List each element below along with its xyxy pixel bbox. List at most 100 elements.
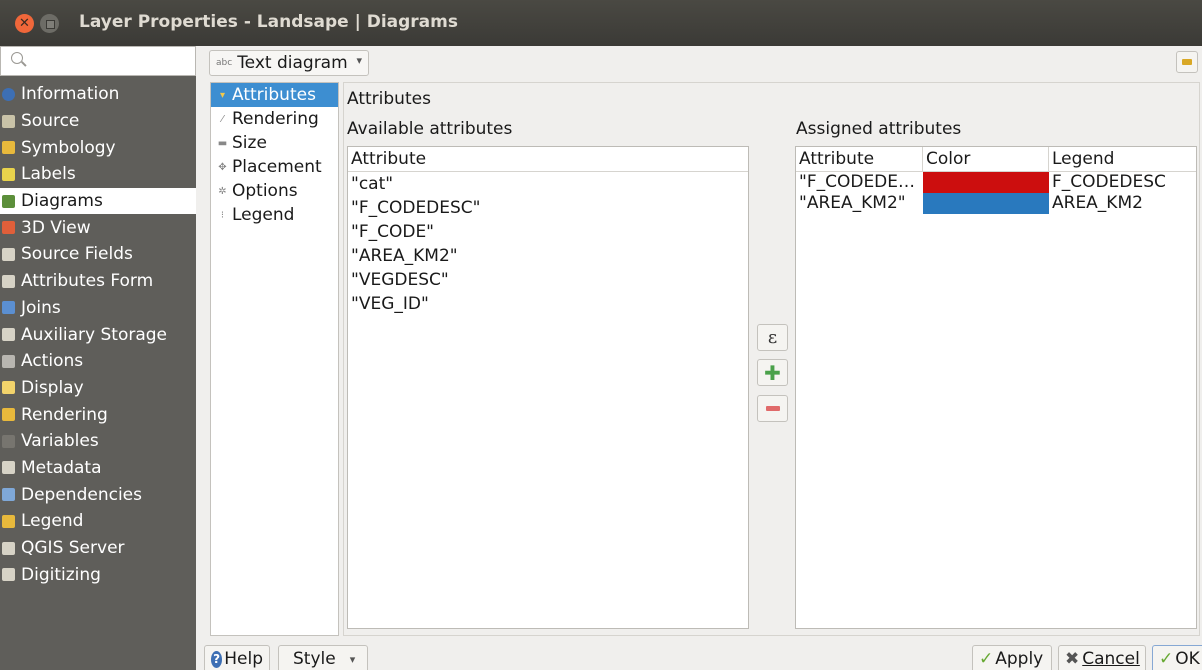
window-title: Layer Properties - Landsape | Diagrams — [79, 12, 458, 32]
info-icon — [2, 87, 15, 101]
style-button[interactable]: Style ▾ — [278, 645, 368, 670]
subnav-item-legend[interactable]: ⁝ Legend — [211, 203, 338, 227]
sidebar-item-source[interactable]: Source — [0, 108, 196, 135]
remove-attribute-button[interactable] — [757, 395, 788, 422]
cancel-button[interactable]: ✖ Cancel — [1058, 645, 1146, 670]
text-diagram-icon: abc — [216, 58, 233, 68]
attribute-cell[interactable]: "F_CODEDE… — [796, 172, 923, 193]
sidebar-item-digitizing[interactable]: Digitizing — [0, 561, 196, 588]
chevron-down-icon: ▾ — [356, 54, 362, 67]
sidebar-item-label: Rendering — [21, 404, 108, 425]
sidebar-item-auxiliary-storage[interactable]: Auxiliary Storage — [0, 321, 196, 348]
available-attributes-list[interactable]: Attribute "cat" "F_CODEDESC" "F_CODE" "AREA… — [347, 146, 749, 629]
subnav-item-options[interactable]: ✲ Options — [211, 179, 338, 203]
cancel-label: Cancel — [1082, 649, 1140, 669]
help-button[interactable]: ? Help — [204, 645, 270, 670]
list-item[interactable]: "F_CODEDESC" — [348, 196, 748, 220]
sidebar-item-label: Actions — [21, 351, 84, 372]
size-icon: ▬ — [217, 137, 228, 149]
subnav-item-rendering[interactable]: ⁄ Rendering — [211, 107, 338, 131]
available-attributes-title: Available attributes — [347, 119, 513, 139]
rendering-icon: ⁄ — [221, 113, 224, 125]
table-row[interactable]: "AREA_KM2" AREA_KM2 — [796, 193, 1196, 214]
diagram-type-select[interactable]: abc Text diagram ▾ — [209, 50, 369, 76]
sidebar-item-label: Joins — [21, 297, 61, 318]
sidebar-item-label: Legend — [21, 511, 84, 532]
sidebar-item-label: Source Fields — [21, 244, 133, 265]
sidebar-item-rendering[interactable]: Rendering — [0, 401, 196, 428]
source-fields-icon — [2, 247, 15, 261]
display-icon — [2, 381, 15, 395]
column-header-color[interactable]: Color — [923, 146, 1049, 172]
sidebar-item-source-fields[interactable]: Source Fields — [0, 241, 196, 268]
sidebar-item-metadata[interactable]: Metadata — [0, 455, 196, 482]
sidebar-item-label: Information — [21, 84, 120, 105]
attribute-cell[interactable]: "AREA_KM2" — [796, 193, 923, 214]
chevron-down-icon: ▾ — [349, 652, 356, 666]
list-item[interactable]: "cat" — [348, 172, 748, 196]
ok-button[interactable]: ✓ OK — [1152, 645, 1202, 670]
apply-label: Apply — [995, 649, 1044, 669]
assigned-attributes-table[interactable]: Attribute Color Legend "F_CODEDE… F_CODED… — [795, 146, 1197, 629]
subnav-item-attributes[interactable]: ▾ Attributes — [211, 83, 338, 107]
sidebar-item-label: Metadata — [21, 457, 102, 478]
sidebar-item-labels[interactable]: Labels — [0, 161, 196, 188]
attributes-form-icon — [2, 274, 15, 288]
apply-button[interactable]: ✓ Apply — [972, 645, 1052, 670]
sidebar-item-legend[interactable]: Legend — [0, 508, 196, 535]
list-item[interactable]: "F_CODE" — [348, 220, 748, 244]
check-icon: ✓ — [979, 649, 994, 669]
style-manager-button[interactable] — [1176, 51, 1198, 73]
column-header-attribute[interactable]: Attribute — [348, 147, 748, 172]
help-icon: ? — [211, 650, 223, 668]
rendering-icon — [2, 408, 15, 422]
sidebar: Information Source Symbology Labels Diagrams… — [0, 46, 196, 670]
column-header-legend[interactable]: Legend — [1049, 147, 1196, 172]
qgis-server-icon — [2, 541, 15, 555]
sidebar-item-actions[interactable]: Actions — [0, 348, 196, 375]
list-item[interactable]: "VEGDESC" — [348, 268, 748, 292]
minus-icon — [765, 406, 780, 411]
sidebar-item-joins[interactable]: Joins — [0, 295, 196, 322]
sidebar-item-label: 3D View — [21, 217, 91, 238]
sidebar-search-input[interactable] — [0, 46, 196, 76]
add-attribute-button[interactable]: ✚ — [757, 359, 788, 386]
metadata-icon — [2, 461, 15, 475]
expression-button[interactable]: ε — [757, 324, 788, 351]
subnav-item-size[interactable]: ▬ Size — [211, 131, 338, 155]
sidebar-item-qgis-server[interactable]: QGIS Server — [0, 535, 196, 562]
legend-cell[interactable]: F_CODEDESC — [1049, 172, 1196, 193]
title-bar: ✕ Layer Properties - Landsape | Diagrams — [0, 0, 1202, 46]
digitizing-icon — [2, 568, 15, 582]
sidebar-item-dependencies[interactable]: Dependencies — [0, 481, 196, 508]
subnav-item-placement[interactable]: ✥ Placement — [211, 155, 338, 179]
sidebar-item-variables[interactable]: Variables — [0, 428, 196, 455]
sidebar-item-label: Variables — [21, 431, 99, 452]
diagram-type-label: Text diagram — [237, 53, 348, 73]
list-item[interactable]: "VEG_ID" — [348, 292, 748, 316]
color-swatch[interactable] — [923, 172, 1049, 193]
sidebar-item-diagrams[interactable]: Diagrams — [0, 187, 196, 215]
search-icon — [11, 52, 23, 64]
subnav-item-label: Rendering — [232, 109, 319, 129]
subnav-item-label: Legend — [232, 205, 295, 225]
subnav-item-label: Placement — [232, 157, 322, 177]
sidebar-item-symbology[interactable]: Symbology — [0, 134, 196, 161]
subnav-item-label: Options — [232, 181, 298, 201]
legend-cell[interactable]: AREA_KM2 — [1049, 193, 1196, 214]
subnav-item-label: Size — [232, 133, 267, 153]
sidebar-item-3d-view[interactable]: 3D View — [0, 214, 196, 241]
close-window-icon[interactable]: ✕ — [15, 14, 34, 33]
actions-icon — [2, 354, 15, 368]
sidebar-item-attributes-form[interactable]: Attributes Form — [0, 268, 196, 295]
style-label: Style — [293, 649, 336, 669]
minimize-window-icon[interactable] — [40, 14, 59, 33]
sidebar-item-information[interactable]: Information — [0, 81, 196, 108]
color-swatch[interactable] — [923, 193, 1049, 214]
column-header-attribute[interactable]: Attribute — [796, 146, 923, 172]
auxiliary-storage-icon — [2, 328, 15, 342]
table-row[interactable]: "F_CODEDE… F_CODEDESC — [796, 172, 1196, 193]
sidebar-item-label: Auxiliary Storage — [21, 324, 168, 345]
sidebar-item-display[interactable]: Display — [0, 375, 196, 402]
list-item[interactable]: "AREA_KM2" — [348, 244, 748, 268]
